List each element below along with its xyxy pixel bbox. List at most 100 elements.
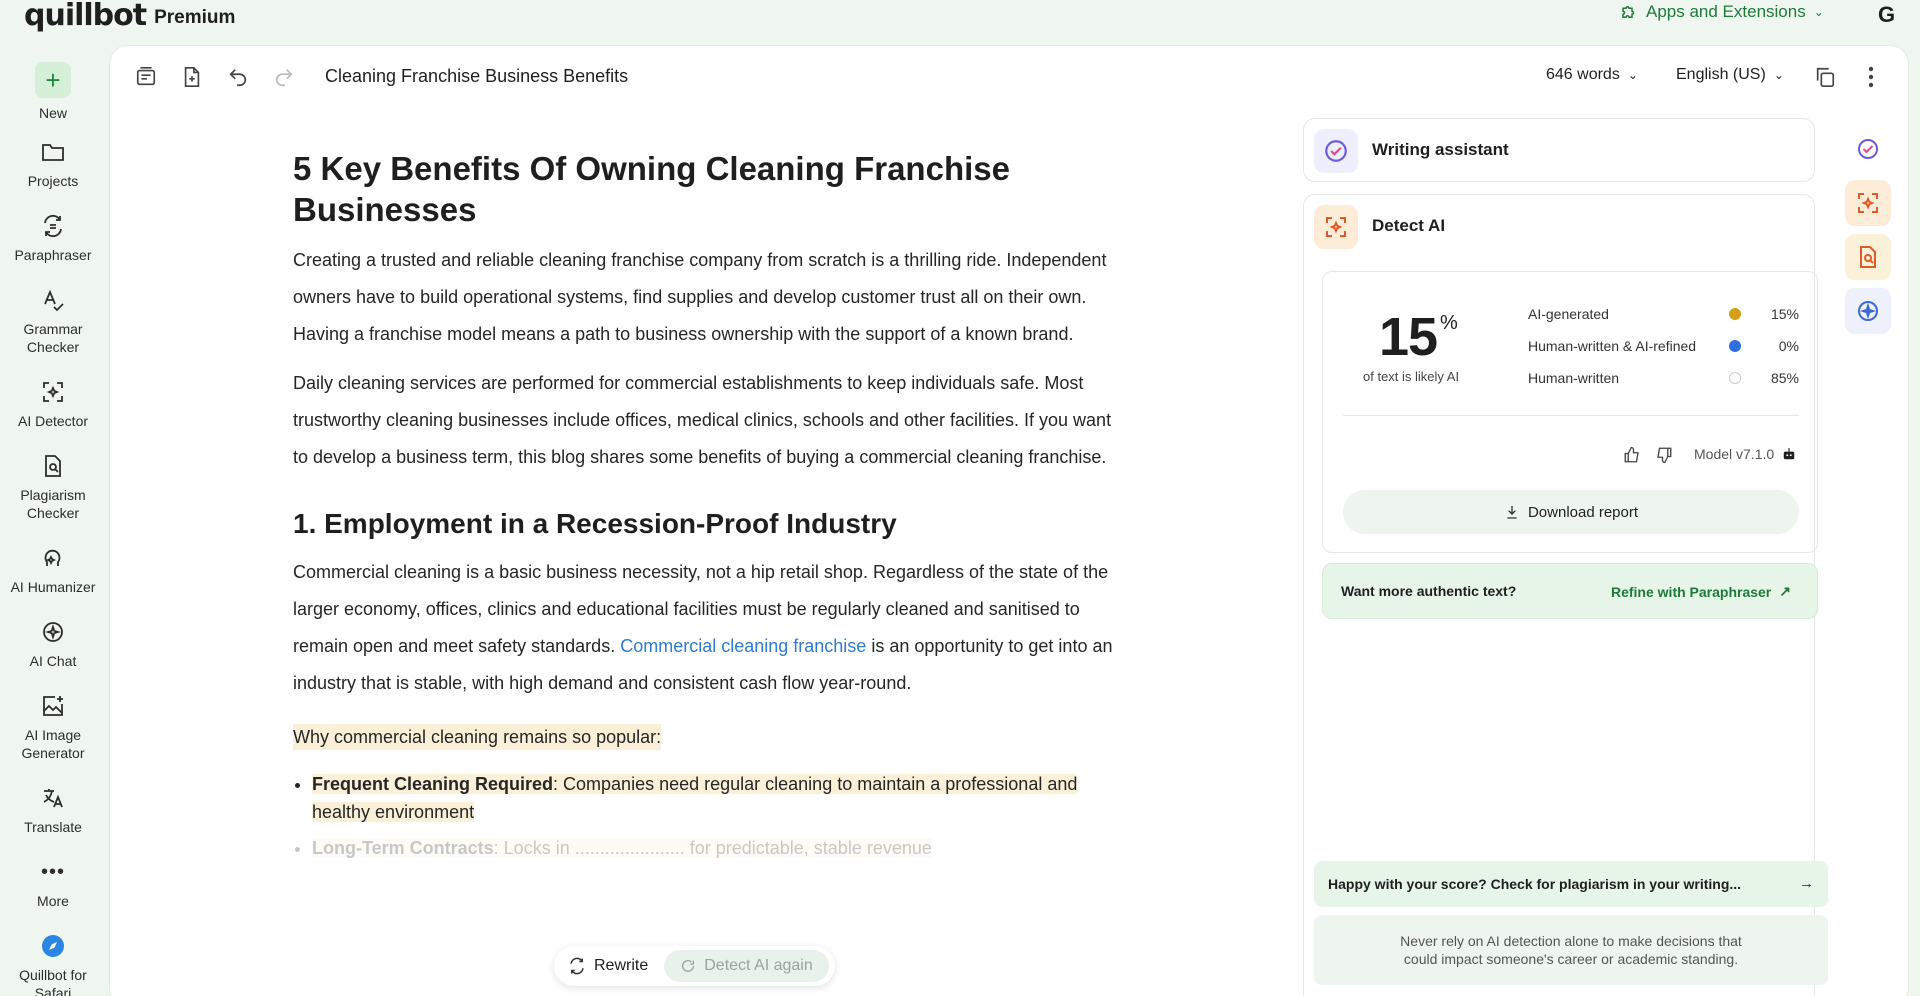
sidebar-item-new[interactable]: + New [0, 62, 106, 122]
detect-ai-again-label: Detect AI again [704, 957, 813, 974]
floating-action-bar: Rewrite Detect AI again [554, 946, 835, 986]
sidebar-item-projects[interactable]: Projects [0, 138, 106, 190]
plagiarism-prompt-banner[interactable]: Happy with your score? Check for plagiar… [1314, 861, 1828, 907]
sidebar-item-label: AI Chat [29, 653, 77, 669]
section-heading: 1. Employment in a Recession-Proof Indus… [293, 508, 897, 539]
sidebar-item-ai-image-generator[interactable]: AI Image Generator [0, 692, 106, 762]
safari-icon [39, 932, 67, 960]
detect-ai-card: Detect AI 15 % of text is likely AI AI-g… [1303, 194, 1828, 996]
rewrite-button[interactable]: Rewrite [568, 957, 656, 975]
thumbs-up-icon[interactable] [1623, 446, 1641, 469]
model-version-label: Model v7.1.0 [1694, 446, 1775, 462]
ai-detector-icon [39, 378, 67, 406]
plagiarism-checker-icon [39, 452, 67, 480]
document-toolbar: Cleaning Franchise Business Benefits 646… [110, 46, 1908, 110]
new-document-icon[interactable] [179, 64, 205, 90]
ai-score-value: 15 [1379, 307, 1438, 367]
refine-link-label: Refine with Paraphraser [1610, 583, 1772, 600]
copy-icon[interactable] [1812, 64, 1838, 90]
external-arrow-icon: ↗ [1779, 583, 1791, 599]
legend-dot-human-written [1729, 372, 1741, 384]
quillbot-logo[interactable]: quillbot Premium [24, 0, 236, 31]
legend-value-ai-generated: 15% [1770, 306, 1799, 322]
language-dropdown[interactable]: English (US) ⌄ [1676, 66, 1784, 84]
sidebar-item-paraphraser[interactable]: Paraphraser [0, 212, 106, 264]
premium-label: Premium [154, 7, 236, 28]
inline-link[interactable]: Commercial cleaning franchise [620, 636, 866, 656]
document-list-icon[interactable] [133, 64, 159, 90]
plagiarism-tab[interactable] [1845, 234, 1891, 280]
rewrite-label: Rewrite [594, 957, 649, 974]
chevron-down-icon: ⌄ [1627, 68, 1638, 82]
sidebar-item-label: Projects [27, 173, 79, 189]
writing-assistant-card[interactable]: Writing assistant [1303, 118, 1815, 182]
list-item: Long-Term Contracts: Locks in ..........… [312, 834, 1123, 862]
sidebar-item-label: New [38, 105, 67, 121]
download-report-button[interactable]: Download report [1343, 490, 1799, 534]
detect-ai-tab[interactable] [1845, 180, 1891, 226]
translate-icon [39, 784, 67, 812]
download-report-label: Download report [1527, 503, 1639, 521]
robot-icon [1783, 448, 1795, 460]
refine-question: Want more authentic text? [1341, 583, 1517, 599]
thumbs-down-icon[interactable] [1655, 446, 1673, 469]
ai-image-generator-icon [39, 692, 67, 720]
ai-score-unit: % [1440, 312, 1458, 334]
plagiarism-checker-icon [1860, 246, 1876, 268]
more-dots-icon: ••• [40, 861, 65, 883]
detect-ai-icon [1314, 205, 1358, 249]
sidebar-item-translate[interactable]: Translate [0, 784, 106, 836]
sidebar-item-ai-detector[interactable]: AI Detector [0, 378, 106, 430]
check-circle-icon [1858, 139, 1878, 159]
model-version: Model v7.1.0 [1694, 446, 1796, 462]
rewrite-icon [570, 957, 584, 975]
sidebar-item-label: AI Image Generator [21, 727, 85, 761]
apps-extensions-label: Apps and Extensions [1646, 2, 1806, 21]
legend-label-ai-generated: AI-generated [1528, 306, 1609, 322]
sidebar-item-grammar-checker[interactable]: Grammar Checker [0, 286, 106, 356]
detect-ai-label: Detect AI [1372, 216, 1446, 235]
sidebar-item-ai-chat[interactable]: AI Chat [0, 618, 106, 670]
puzzle-icon [1622, 6, 1635, 18]
account-badge[interactable]: G [1878, 2, 1895, 28]
word-count-dropdown[interactable]: 646 words ⌄ [1546, 66, 1638, 84]
ai-score-caption: of text is likely AI [1363, 369, 1460, 384]
arrow-right-icon: → [1799, 875, 1814, 892]
apps-extensions-button[interactable]: Apps and Extensions ⌄ [1620, 2, 1824, 22]
ai-chat-tab[interactable] [1845, 288, 1891, 334]
editor-content[interactable]: 5 Key Benefits Of Owning Cleaning Franch… [293, 148, 1133, 870]
sidebar-item-label: Quillbot for Safari [19, 967, 87, 996]
plus-icon: + [35, 62, 71, 98]
bullet-list: Frequent Cleaning Required: Companies ne… [293, 770, 1123, 862]
legend-label-human-written: Human-written [1528, 370, 1620, 386]
ai-humanizer-icon [39, 544, 67, 572]
highlighted-line: Why commercial cleaning remains so popul… [293, 724, 662, 750]
writing-assistant-label: Writing assistant [1372, 140, 1509, 159]
highlighted-line-wrap: Why commercial cleaning remains so popul… [293, 702, 1133, 750]
more-options-icon[interactable] [1858, 64, 1884, 90]
legend-value-human-written: 85% [1770, 370, 1799, 386]
top-strip: quillbot Premium Apps and Extensions ⌄ G [0, 0, 1920, 46]
sidebar-item-ai-humanizer[interactable]: AI Humanizer [0, 544, 106, 596]
editor-card: Cleaning Franchise Business Benefits 646… [110, 46, 1908, 996]
sidebar-item-quillbot-safari[interactable]: Quillbot for Safari [0, 932, 106, 996]
plagiarism-prompt-text: Happy with your score? Check for plagiar… [1328, 876, 1742, 892]
refine-banner: Want more authentic text? Refine with Pa… [1322, 563, 1818, 619]
undo-icon[interactable] [225, 64, 251, 90]
legend-value-ai-refined: 0% [1778, 338, 1799, 354]
article-title: 5 Key Benefits Of Owning Cleaning Franch… [293, 150, 1010, 228]
folder-icon [39, 138, 67, 166]
paragraph: Creating a trusted and reliable cleaning… [293, 250, 1107, 344]
sidebar-item-plagiarism-checker[interactable]: Plagiarism Checker [0, 452, 106, 522]
detect-ai-again-button[interactable]: Detect AI again [664, 950, 829, 982]
writing-assistant-tab[interactable] [1845, 126, 1891, 172]
sidebar-item-label: Translate [24, 819, 82, 835]
word-count: 646 words [1546, 66, 1620, 83]
ai-chat-icon [39, 618, 67, 646]
refine-with-paraphraser-link[interactable]: Refine with Paraphraser ↗ [1611, 583, 1791, 600]
sidebar-item-label: Plagiarism Checker [20, 487, 86, 521]
redo-icon[interactable] [271, 64, 297, 90]
document-title[interactable]: Cleaning Franchise Business Benefits [325, 66, 628, 87]
chevron-down-icon: ⌄ [1813, 5, 1824, 19]
sidebar-item-more[interactable]: ••• More [0, 858, 106, 910]
